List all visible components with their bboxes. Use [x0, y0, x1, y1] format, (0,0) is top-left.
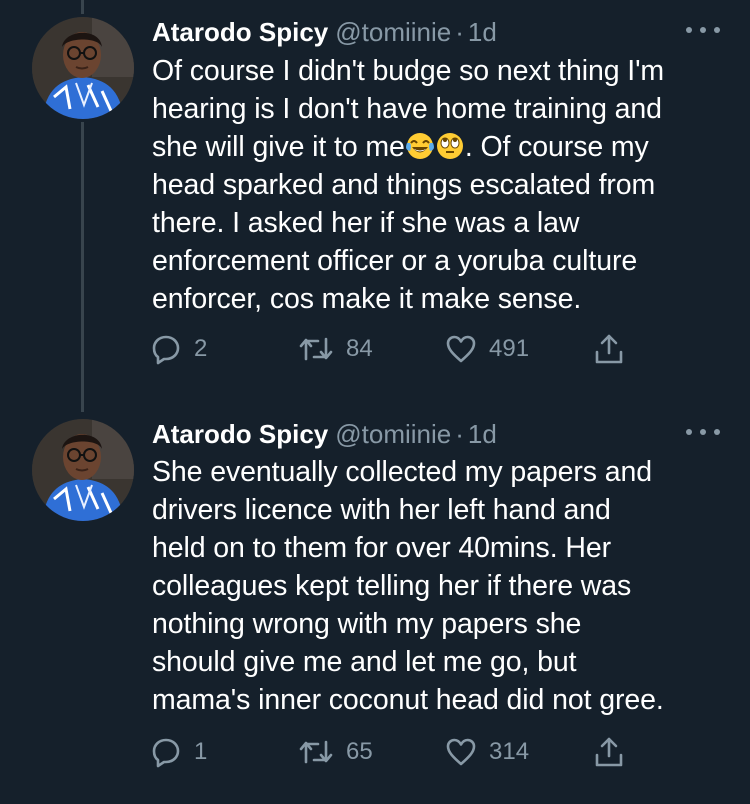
tweet-text-line: Of course I didn't budge so next thing I… — [152, 55, 665, 87]
tweet-text: She eventually collected my papers and d… — [152, 453, 732, 719]
retweet-button[interactable]: 84 — [298, 331, 373, 367]
tweet-text-segment: she will give it to me — [152, 131, 405, 163]
author-handle[interactable]: @tomiinie — [335, 17, 451, 48]
face-with-tears-of-joy-emoji — [405, 132, 434, 160]
tweet-text-segment: . Of course my — [464, 131, 649, 163]
separator: · — [455, 418, 464, 449]
more-options-icon[interactable] — [686, 422, 720, 442]
tweet-text-line: nothing wrong with my papers she — [152, 608, 582, 640]
like-count: 491 — [489, 335, 530, 362]
reply-button[interactable]: 2 — [150, 331, 207, 367]
timestamp[interactable]: 1d — [468, 17, 497, 48]
tweet-header: Atarodo Spicy @tomiinie · 1d — [152, 414, 722, 454]
share-icon — [593, 333, 625, 365]
tweet-text-line: head sparked and things escalated from — [152, 169, 656, 201]
retweet-count: 65 — [346, 738, 373, 765]
like-count: 314 — [489, 738, 530, 765]
separator: · — [455, 16, 464, 47]
timestamp[interactable]: 1d — [468, 419, 497, 450]
tweet-text-line: she will give it to me . Of course my — [152, 128, 732, 166]
retweet-count: 84 — [346, 335, 373, 362]
reply-icon — [150, 736, 182, 768]
avatar[interactable] — [32, 17, 134, 119]
tweet-text-line: colleagues kept telling her if there was — [152, 570, 632, 602]
tweet-text-line: held on to them for over 40mins. Her — [152, 532, 611, 564]
author-name[interactable]: Atarodo Spicy — [152, 17, 328, 48]
tweet[interactable]: Atarodo Spicy @tomiinie · 1d Of course I… — [0, 0, 750, 400]
avatar[interactable] — [32, 419, 134, 521]
share-button[interactable] — [593, 734, 625, 770]
heart-icon — [445, 736, 477, 768]
face-with-rolling-eyes-emoji — [436, 132, 464, 160]
author-name[interactable]: Atarodo Spicy — [152, 419, 328, 450]
tweet-text-line: should give me and let me go, but — [152, 646, 577, 678]
tweet-text-line: drivers licence with her left hand and — [152, 494, 611, 526]
tweet-text-line: She eventually collected my papers and — [152, 456, 653, 488]
tweet-text: Of course I didn't budge so next thing I… — [152, 52, 732, 318]
reply-count: 1 — [194, 738, 208, 765]
tweet-text-line: mama's inner coconut head did not gree. — [152, 684, 664, 716]
retweet-icon — [298, 736, 334, 768]
tweet-text-line: enforcer, cos make it make sense. — [152, 283, 582, 315]
heart-icon — [445, 333, 477, 365]
share-button[interactable] — [593, 331, 625, 367]
reply-button[interactable]: 1 — [150, 734, 207, 770]
reply-count: 2 — [194, 335, 208, 362]
like-button[interactable]: 491 — [445, 331, 529, 367]
tweet-header: Atarodo Spicy @tomiinie · 1d — [152, 12, 722, 52]
share-icon — [593, 736, 625, 768]
tweet-text-line: there. I asked her if she was a law — [152, 207, 580, 239]
like-button[interactable]: 314 — [445, 734, 529, 770]
retweet-icon — [298, 333, 334, 365]
author-handle[interactable]: @tomiinie — [335, 419, 451, 450]
tweet-text-line: hearing is I don't have home training an… — [152, 93, 662, 125]
more-options-icon[interactable] — [686, 20, 720, 40]
retweet-button[interactable]: 65 — [298, 734, 373, 770]
reply-icon — [150, 333, 182, 365]
tweet[interactable]: Atarodo Spicy @tomiinie · 1d She eventua… — [0, 400, 750, 804]
tweet-text-line: enforcement officer or a yoruba culture — [152, 245, 638, 277]
